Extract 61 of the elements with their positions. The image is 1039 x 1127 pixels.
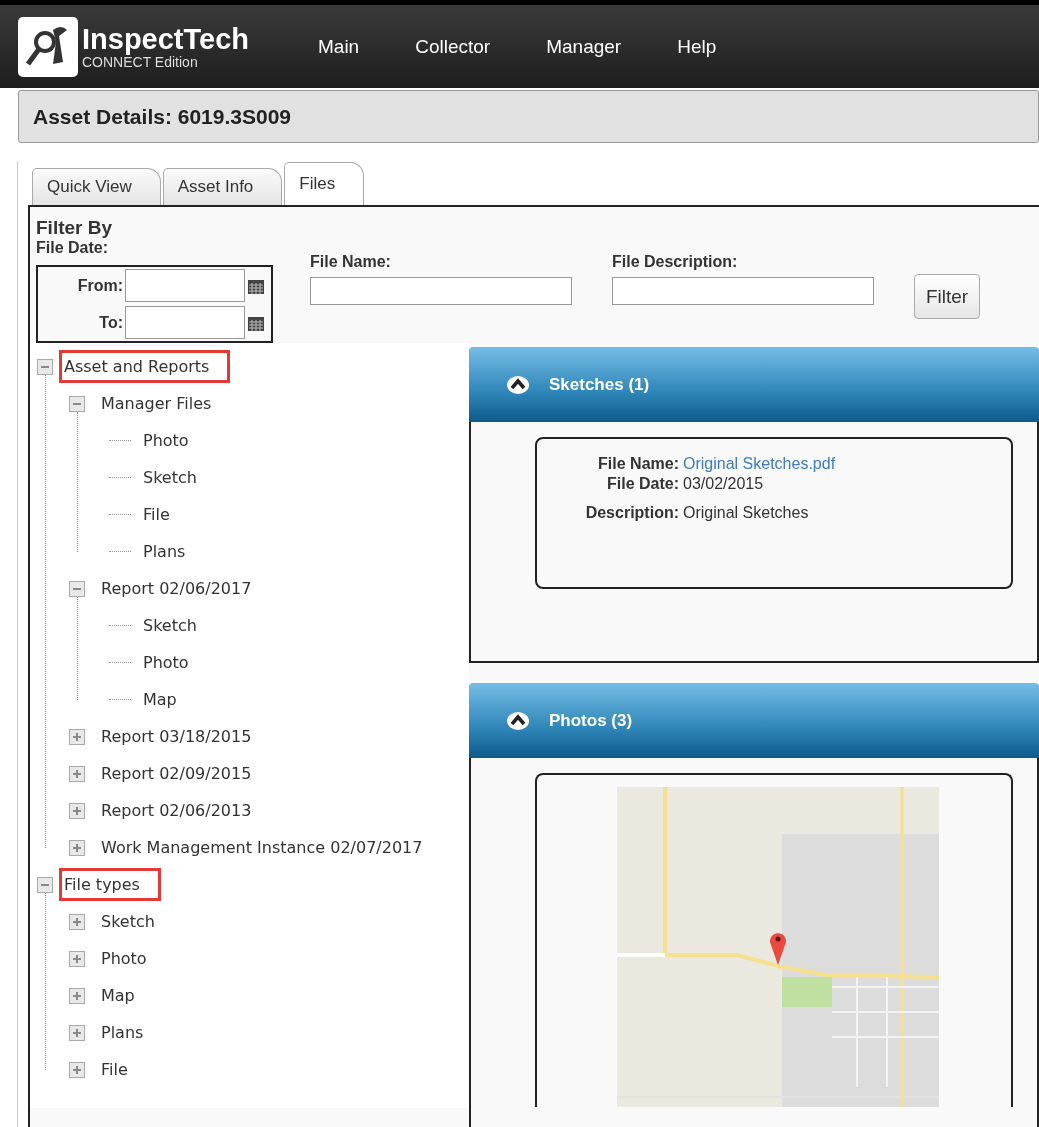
tab[interactable]: Asset Info bbox=[162, 168, 283, 205]
expand-icon[interactable] bbox=[69, 728, 85, 745]
tab[interactable]: Files bbox=[284, 162, 365, 205]
tree-item[interactable]: Report 02/06/2017 bbox=[99, 576, 254, 601]
tree-item[interactable]: Photo bbox=[99, 946, 149, 971]
field-label: File Name: bbox=[597, 455, 679, 473]
tree-item[interactable]: Map bbox=[141, 687, 179, 712]
tab[interactable]: Quick View bbox=[32, 168, 161, 205]
field-label: File Name: bbox=[310, 253, 392, 271]
nav-link[interactable]: Manager bbox=[546, 35, 622, 58]
expand-icon[interactable] bbox=[69, 950, 85, 967]
expand-icon[interactable] bbox=[69, 1061, 85, 1078]
panel-header[interactable]: Photos (3) bbox=[469, 683, 1039, 758]
expand-icon[interactable] bbox=[69, 1024, 85, 1041]
expand-icon[interactable] bbox=[69, 913, 85, 930]
file-link[interactable]: Original Sketches.pdf bbox=[683, 455, 836, 473]
expand-icon[interactable] bbox=[69, 765, 85, 782]
tree-item[interactable]: Plans bbox=[99, 1020, 146, 1045]
nav-link[interactable]: Collector bbox=[415, 35, 491, 58]
date-field[interactable] bbox=[125, 306, 245, 339]
expand-icon[interactable] bbox=[69, 987, 85, 1004]
collapse-icon[interactable] bbox=[507, 374, 529, 395]
tree-item[interactable]: Plans bbox=[141, 539, 188, 564]
tree-item[interactable]: Manager Files bbox=[99, 391, 214, 416]
tree-item[interactable]: Photo bbox=[141, 428, 191, 453]
field-value: Original Sketches bbox=[683, 504, 809, 522]
collapse-icon[interactable] bbox=[507, 710, 529, 731]
panel-title: Photos (3) bbox=[549, 710, 633, 731]
tree-item[interactable]: Asset and Reports bbox=[59, 350, 231, 383]
nav-link[interactable]: Help bbox=[677, 35, 717, 58]
tree-item[interactable]: Report 03/18/2015 bbox=[99, 724, 254, 749]
filter-heading: Filter By bbox=[36, 217, 114, 239]
file-name-field[interactable] bbox=[310, 277, 572, 305]
tree-item[interactable]: Photo bbox=[141, 650, 191, 675]
logo-icon bbox=[18, 16, 78, 77]
tree-item[interactable]: Report 02/09/2015 bbox=[99, 761, 254, 786]
filter-button[interactable]: Filter bbox=[914, 274, 980, 319]
page-title: Asset Details: 6019.3S009 bbox=[33, 104, 291, 129]
tree-item[interactable]: File bbox=[141, 502, 172, 527]
field-label: Description: bbox=[584, 504, 679, 522]
tree-item[interactable]: Work Management Instance 02/07/2017 bbox=[99, 835, 425, 860]
field-label: File Date: bbox=[36, 239, 109, 257]
tree-item[interactable]: Sketch bbox=[99, 909, 157, 934]
tree-item[interactable]: Sketch bbox=[141, 465, 199, 490]
file-description-field[interactable] bbox=[612, 277, 874, 305]
date-field[interactable] bbox=[125, 269, 245, 302]
tree-item[interactable]: Sketch bbox=[141, 613, 199, 638]
field-label: File Date: bbox=[606, 475, 679, 493]
expand-icon[interactable] bbox=[69, 839, 85, 856]
expand-icon[interactable] bbox=[69, 802, 85, 819]
tree-item[interactable]: Map bbox=[99, 983, 137, 1008]
field-label: To: bbox=[98, 313, 123, 332]
field-label: From: bbox=[76, 276, 123, 295]
nav-link[interactable]: Main bbox=[318, 35, 360, 58]
panel-title: Sketches (1) bbox=[549, 374, 650, 395]
tree-item[interactable]: File bbox=[99, 1057, 130, 1082]
field-value: 03/02/2015 bbox=[683, 475, 764, 493]
field-label: File Description: bbox=[612, 253, 739, 271]
panel-header[interactable]: Sketches (1) bbox=[469, 347, 1039, 422]
tree-item[interactable]: File types bbox=[59, 868, 161, 901]
tree-item[interactable]: Report 02/06/2013 bbox=[99, 798, 254, 823]
